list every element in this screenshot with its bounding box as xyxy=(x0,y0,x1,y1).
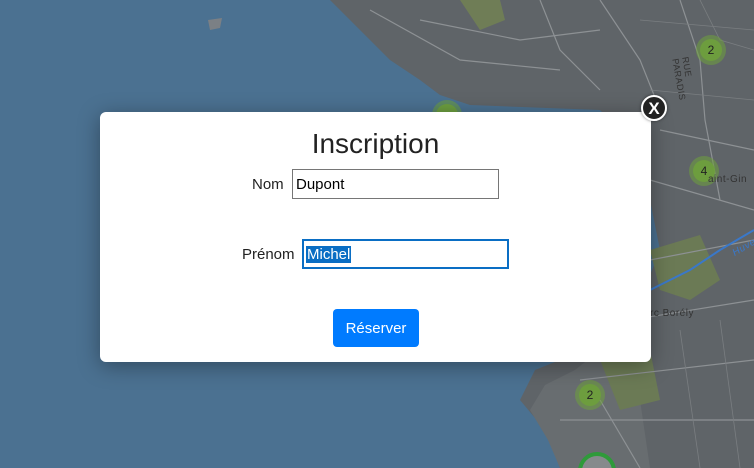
prenom-input-selected-text: Michel xyxy=(306,245,352,263)
prenom-label: Prénom xyxy=(242,246,295,263)
district-label-saint-giniez: aint-Gin xyxy=(708,174,748,185)
modal-title: Inscription xyxy=(311,128,440,159)
close-icon: X xyxy=(648,98,660,118)
map-cluster-marker[interactable]: 2 xyxy=(575,380,605,410)
map-cluster-marker[interactable]: 2 xyxy=(696,35,726,65)
prenom-input[interactable]: Michel xyxy=(302,239,509,269)
inscription-modal: Inscription Nom Prénom Michel Réserver xyxy=(100,112,651,362)
map-cluster-count: 2 xyxy=(579,384,601,406)
close-modal-button[interactable]: X xyxy=(641,95,667,121)
nom-label: Nom xyxy=(252,176,284,193)
nom-input[interactable] xyxy=(292,169,499,199)
park-label-borely: rc Borély xyxy=(650,308,694,319)
map-cluster-count: 2 xyxy=(700,39,722,61)
reserver-button[interactable]: Réserver xyxy=(333,309,419,347)
